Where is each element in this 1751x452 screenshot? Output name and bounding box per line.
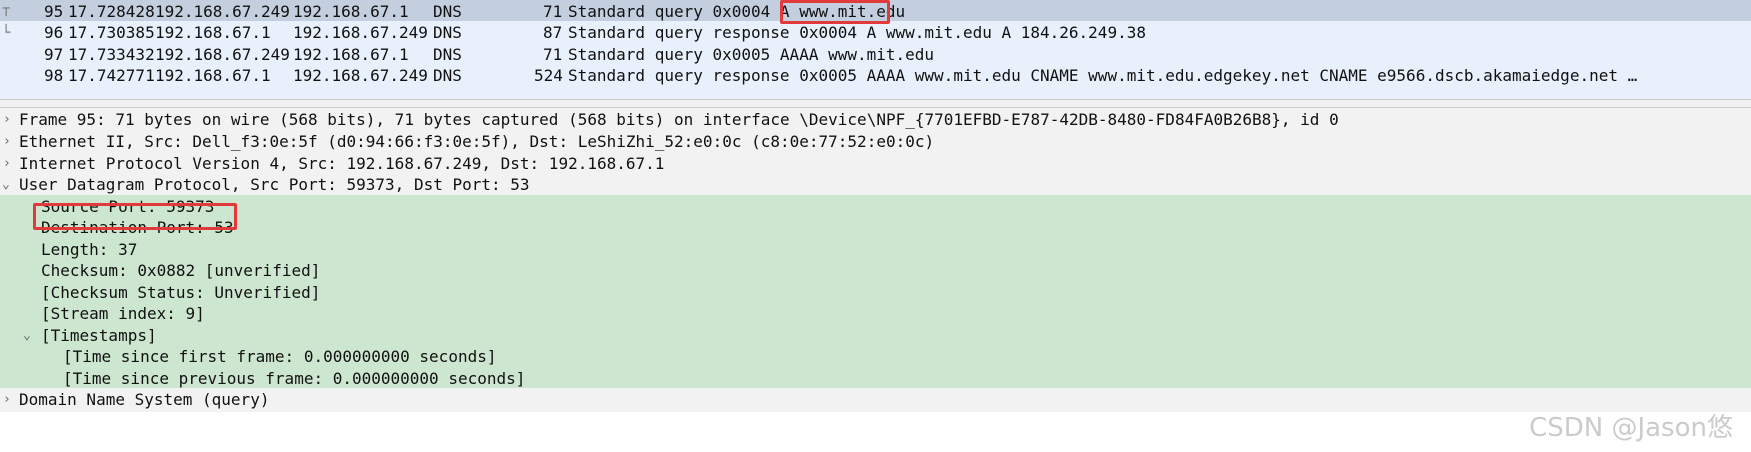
packet-proto: DNS: [433, 66, 462, 85]
packet-src: 192.168.67.1: [155, 23, 271, 42]
watermark-text: CSDN @Jason悠: [1529, 413, 1733, 443]
related-packet-line-icon: └: [2, 25, 11, 41]
packet-src: 192.168.67.1: [155, 66, 271, 85]
tree-item-dns[interactable]: › Domain Name System (query): [0, 388, 1751, 412]
expand-arrow-icon[interactable]: ›: [3, 130, 11, 154]
packet-info: Standard query response 0x0004 A www.mit…: [568, 23, 1146, 42]
packet-len: 524: [534, 66, 563, 85]
tree-item-label: Domain Name System (query): [19, 390, 270, 409]
tree-item-label: User Datagram Protocol, Src Port: 59373,…: [19, 175, 530, 194]
packet-time: 17.730385: [68, 23, 155, 42]
tree-item-label: Destination Port: 53: [41, 218, 234, 237]
packet-time: 17.742771: [68, 66, 155, 85]
expand-arrow-icon[interactable]: ›: [3, 388, 11, 412]
tree-item-destination-port[interactable]: Destination Port: 53: [0, 216, 1751, 240]
tree-item-label: [Time since first frame: 0.000000000 sec…: [63, 347, 497, 366]
tree-item-frame[interactable]: › Frame 95: 71 bytes on wire (568 bits),…: [0, 108, 1751, 132]
packet-no: 96: [44, 23, 64, 42]
tree-item-time-first[interactable]: [Time since first frame: 0.000000000 sec…: [0, 345, 1751, 369]
packet-row-96[interactable]: └ 96 17.730385 192.168.67.1 192.168.67.2…: [0, 21, 1751, 45]
packet-list-padding: [0, 86, 1751, 99]
packet-dst: 192.168.67.249: [293, 23, 428, 42]
tree-item-label: Ethernet II, Src: Dell_f3:0e:5f (d0:94:6…: [19, 132, 935, 151]
packet-dst: 192.168.67.249: [293, 66, 428, 85]
packet-len: 87: [543, 23, 563, 42]
packet-info: Standard query response 0x0005 AAAA www.…: [568, 66, 1638, 85]
tree-item-label: [Stream index: 9]: [41, 304, 205, 323]
packet-no: 98: [44, 66, 64, 85]
tree-item-checksum[interactable]: Checksum: 0x0882 [unverified]: [0, 259, 1751, 283]
tree-item-label: Checksum: 0x0882 [unverified]: [41, 261, 321, 280]
packet-proto: DNS: [433, 23, 462, 42]
query-name-highlight: www.mit.edu: [799, 2, 906, 21]
packet-row-98[interactable]: 98 17.742771 192.168.67.1 192.168.67.249…: [0, 64, 1751, 88]
expand-arrow-icon[interactable]: ›: [3, 108, 11, 132]
tree-item-udp[interactable]: ⌄ User Datagram Protocol, Src Port: 5937…: [0, 173, 1751, 197]
tree-item-label: Frame 95: 71 bytes on wire (568 bits), 7…: [19, 110, 1339, 129]
tree-item-stream-index[interactable]: [Stream index: 9]: [0, 302, 1751, 326]
pane-splitter[interactable]: [0, 99, 1751, 108]
tree-item-ethernet[interactable]: › Ethernet II, Src: Dell_f3:0e:5f (d0:94…: [0, 130, 1751, 154]
collapse-arrow-icon[interactable]: ⌄: [2, 173, 10, 197]
details-empty-area: [0, 412, 1751, 452]
